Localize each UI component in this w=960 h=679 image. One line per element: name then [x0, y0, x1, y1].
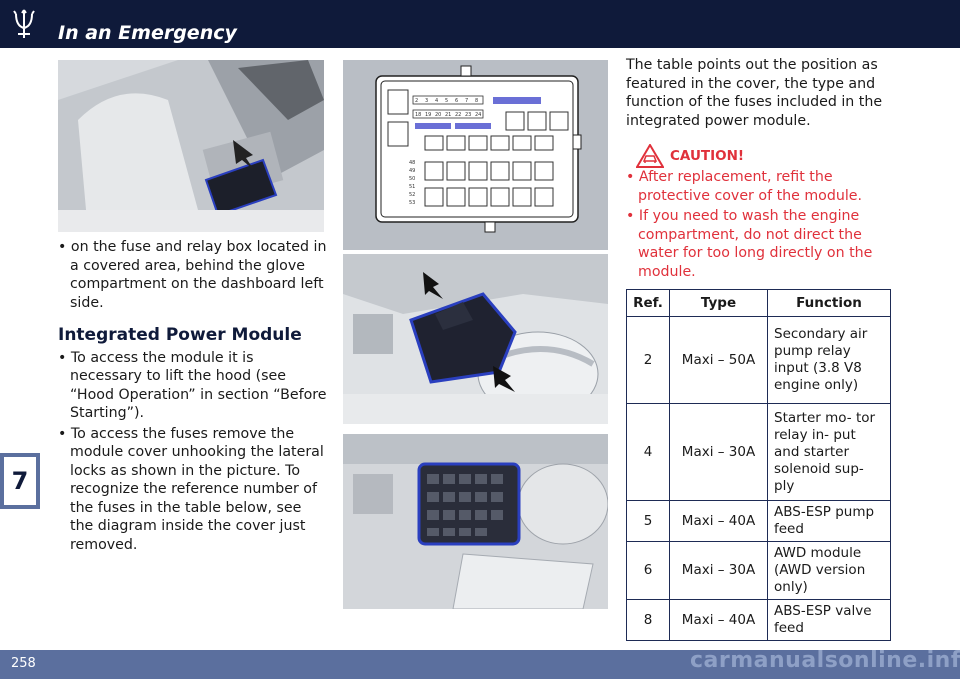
- table-row: 8 Maxi – 40A ABS-ESP valve feed: [626, 599, 891, 641]
- fuse-label-21: 21: [445, 112, 451, 118]
- caution-item-wash: If you need to wash the engine compartme…: [626, 207, 896, 281]
- cell-type: Maxi – 50A: [669, 316, 768, 404]
- open-fuse-module-photo: [343, 434, 608, 609]
- fuse-label-23: 23: [465, 112, 471, 118]
- car-warning-icon: [636, 144, 664, 168]
- cell-function: Secondary air pump relay input (3.8 V8 e…: [767, 316, 891, 404]
- table-header-row: Ref. Type Function: [626, 289, 891, 317]
- fuse-label-53: 53: [409, 200, 415, 206]
- fuse-cover-diagram: 2 3 4 5 6 7 8 18 19 20 21 22 23 24 48 49…: [343, 60, 608, 250]
- cell-type: Maxi – 40A: [669, 599, 768, 641]
- fuse-label-3: 3: [425, 98, 428, 104]
- cell-function: ABS-ESP pump feed: [767, 500, 891, 542]
- section-title: Integrated Power Module: [58, 325, 302, 345]
- fuse-label-24: 24: [475, 112, 481, 118]
- table-row: 4 Maxi – 30A Starter mo- tor relay in- p…: [626, 403, 891, 501]
- header-function: Function: [767, 289, 891, 317]
- cover-removal-bullet: To access the fuses remove the module co…: [58, 425, 328, 555]
- glove-box-bullet: on the fuse and relay box located in a c…: [58, 238, 328, 312]
- cell-ref: 4: [626, 403, 670, 501]
- cell-type: Maxi – 40A: [669, 500, 768, 542]
- right-text-column: The table points out the position as fea…: [626, 56, 896, 283]
- fuse-label-50: 50: [409, 176, 415, 182]
- fuse-label-19: 19: [425, 112, 431, 118]
- hood-access-bullet: To access the module it is necessary to …: [58, 349, 328, 423]
- cell-function: Starter mo- tor relay in- put and starte…: [767, 403, 891, 501]
- table-row: 2 Maxi – 50A Secondary air pump relay in…: [626, 316, 891, 404]
- cell-type: Maxi – 30A: [669, 541, 768, 600]
- fuse-label-52: 52: [409, 192, 415, 198]
- fuse-label-51: 51: [409, 184, 415, 190]
- cell-ref: 6: [626, 541, 670, 600]
- cell-ref: 5: [626, 500, 670, 542]
- glove-box-fuse-photo: [58, 60, 324, 232]
- chapter-number: 7: [4, 457, 36, 505]
- page-header-title: In an Emergency: [58, 22, 237, 44]
- cell-function: ABS-ESP valve feed: [767, 599, 891, 641]
- fuse-label-18: 18: [415, 112, 421, 118]
- caution-item-refit: After replacement, refit the protective …: [626, 168, 896, 205]
- fuse-label-48: 48: [409, 160, 415, 166]
- watermark-text: carmanualsonline.info: [690, 648, 960, 673]
- fuse-label-2: 2: [415, 98, 418, 104]
- trident-logo-icon: [13, 9, 35, 38]
- fuse-label-20: 20: [435, 112, 441, 118]
- fuse-label-6: 6: [455, 98, 458, 104]
- chapter-tab: 7: [0, 453, 40, 509]
- fuse-label-49: 49: [409, 168, 415, 174]
- table-row: 6 Maxi – 30A AWD module (AWD version onl…: [626, 541, 891, 600]
- fuse-label-7: 7: [465, 98, 468, 104]
- header-type: Type: [669, 289, 768, 317]
- engine-bay-module-photo: [343, 254, 608, 424]
- fuse-label-8: 8: [475, 98, 478, 104]
- caution-header: CAUTION!: [626, 144, 896, 168]
- table-intro-text: The table points out the position as fea…: [626, 57, 883, 129]
- caution-title: CAUTION!: [670, 147, 745, 164]
- cell-type: Maxi – 30A: [669, 403, 768, 501]
- cell-ref: 8: [626, 599, 670, 641]
- fuse-label-5: 5: [445, 98, 448, 104]
- left-text-column: on the fuse and relay box located in a c…: [58, 238, 328, 556]
- header-ref: Ref.: [626, 289, 670, 317]
- cell-ref: 2: [626, 316, 670, 404]
- fuse-table: Ref. Type Function 2 Maxi – 50A Secondar…: [626, 289, 891, 641]
- fuse-label-22: 22: [455, 112, 461, 118]
- cell-function: AWD module (AWD version only): [767, 541, 891, 600]
- fuse-label-4: 4: [435, 98, 438, 104]
- table-row: 5 Maxi – 40A ABS-ESP pump feed: [626, 500, 891, 542]
- page-number: 258: [11, 656, 36, 671]
